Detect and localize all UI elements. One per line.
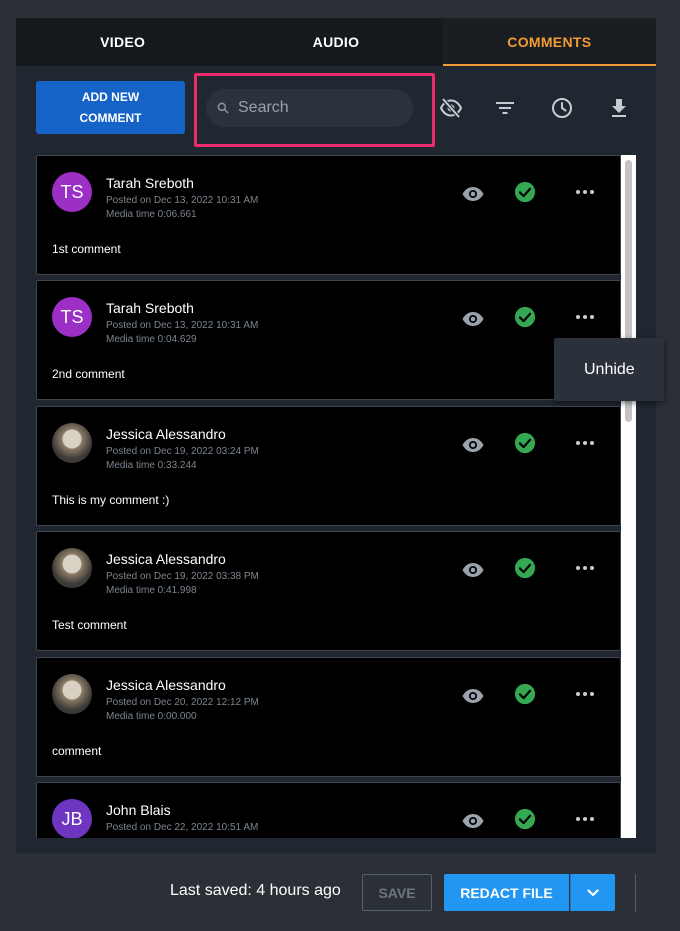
comment-card: TS Tarah Sreboth Posted on Dec 13, 2022 … (36, 155, 621, 275)
comment-posted-date: Posted on Dec 22, 2022 10:51 AM (106, 822, 259, 833)
more-options-icon[interactable] (575, 684, 595, 704)
more-options-icon[interactable] (575, 558, 595, 578)
avatar: TS (52, 297, 92, 337)
comment-author: Jessica Alessandro (106, 551, 226, 567)
tab-bar: VIDEO AUDIO COMMENTS (16, 18, 657, 66)
check-circle-icon[interactable] (514, 557, 536, 579)
comment-text: 2nd comment (52, 367, 125, 381)
avatar (52, 548, 92, 588)
comment-media-time: Media time 0:33.244 (106, 460, 197, 471)
comment-text: comment (52, 744, 102, 758)
avatar: JB (52, 799, 92, 838)
eye-icon[interactable] (461, 558, 485, 582)
more-options-icon[interactable] (575, 307, 595, 327)
divider (635, 874, 636, 912)
comment-media-time: Media time 0:04.629 (106, 334, 197, 345)
comment-list: TS Tarah Sreboth Posted on Dec 13, 2022 … (36, 155, 621, 838)
comment-author: John Blais (106, 802, 171, 818)
comment-posted-date: Posted on Dec 13, 2022 10:31 AM (106, 320, 259, 331)
search-input[interactable] (238, 99, 388, 117)
tab-audio[interactable]: AUDIO (229, 18, 442, 66)
avatar (52, 674, 92, 714)
eye-icon[interactable] (461, 307, 485, 331)
comment-media-time: Media time 0:41.998 (106, 585, 197, 596)
redact-file-button[interactable]: REDACT FILE (444, 874, 569, 911)
more-options-icon[interactable] (575, 182, 595, 202)
add-label-line2: COMMENT (79, 110, 142, 125)
more-options-icon[interactable] (575, 433, 595, 453)
comment-card: Jessica Alessandro Posted on Dec 19, 202… (36, 406, 621, 526)
check-circle-icon[interactable] (514, 306, 536, 328)
download-icon[interactable] (607, 96, 631, 120)
context-menu-unhide[interactable]: Unhide (554, 338, 664, 401)
avatar (52, 423, 92, 463)
more-options-icon[interactable] (575, 809, 595, 829)
check-circle-icon[interactable] (514, 808, 536, 830)
comment-card: JB John Blais Posted on Dec 22, 2022 10:… (36, 782, 621, 838)
check-circle-icon[interactable] (514, 181, 536, 203)
check-circle-icon[interactable] (514, 432, 536, 454)
eye-icon[interactable] (461, 433, 485, 457)
comment-author: Tarah Sreboth (106, 300, 194, 316)
comment-card: TS Tarah Sreboth Posted on Dec 13, 2022 … (36, 280, 621, 400)
comment-card: Jessica Alessandro Posted on Dec 20, 202… (36, 657, 621, 777)
clock-icon[interactable] (550, 96, 574, 120)
avatar: TS (52, 172, 92, 212)
comment-text: 1st comment (52, 242, 121, 256)
comment-author: Jessica Alessandro (106, 677, 226, 693)
comment-media-time: Media time 0:00.000 (106, 711, 197, 722)
check-circle-icon[interactable] (514, 683, 536, 705)
comment-posted-date: Posted on Dec 13, 2022 10:31 AM (106, 195, 259, 206)
comment-card: Jessica Alessandro Posted on Dec 19, 202… (36, 531, 621, 651)
add-new-comment-label: ADD NEW COMMENT (80, 87, 142, 129)
search-field[interactable] (206, 89, 413, 127)
visibility-off-icon[interactable] (439, 96, 463, 120)
chevron-down-icon (587, 888, 599, 896)
comment-text: Test comment (52, 618, 127, 632)
comment-posted-date: Posted on Dec 19, 2022 03:24 PM (106, 446, 259, 457)
eye-icon[interactable] (461, 182, 485, 206)
save-button[interactable]: SAVE (362, 874, 432, 911)
comments-panel: VIDEO AUDIO COMMENTS ADD NEW COMMENT TS T… (16, 18, 657, 853)
comment-posted-date: Posted on Dec 20, 2022 12:12 PM (106, 697, 259, 708)
search-icon (217, 102, 229, 114)
last-saved-status: Last saved: 4 hours ago (170, 882, 341, 899)
comment-author: Tarah Sreboth (106, 175, 194, 191)
tab-comments[interactable]: COMMENTS (442, 18, 657, 66)
redact-options-dropdown[interactable] (570, 874, 615, 911)
eye-icon[interactable] (461, 684, 485, 708)
tab-video[interactable]: VIDEO (16, 18, 229, 66)
comment-posted-date: Posted on Dec 19, 2022 03:38 PM (106, 571, 259, 582)
eye-icon[interactable] (461, 809, 485, 833)
add-label-line1: ADD NEW (81, 89, 140, 104)
filter-icon[interactable] (493, 96, 517, 120)
add-new-comment-button[interactable]: ADD NEW COMMENT (36, 81, 185, 134)
comment-author: Jessica Alessandro (106, 426, 226, 442)
comment-text: This is my comment :) (52, 493, 170, 507)
comment-media-time: Media time 0:06.661 (106, 209, 197, 220)
